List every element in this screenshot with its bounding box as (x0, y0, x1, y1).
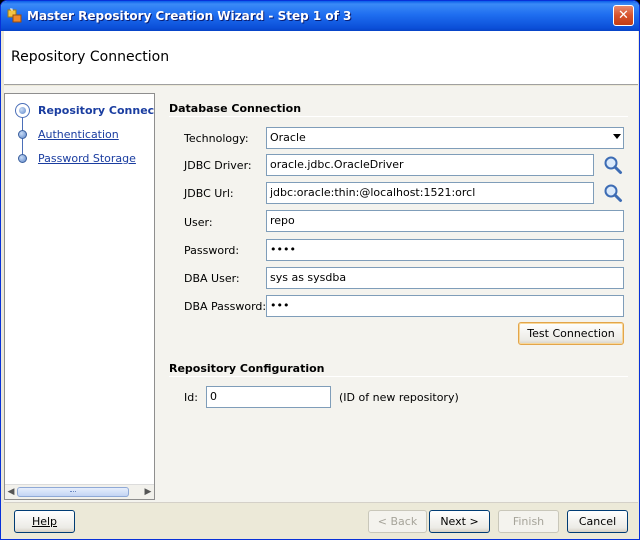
title-bar[interactable]: Master Repository Creation Wizard - Step… (1, 1, 639, 31)
test-connection-button[interactable]: Test Connection (518, 322, 624, 345)
nav-step-repository-connection[interactable]: Repository Connection (5, 101, 155, 121)
technology-select[interactable]: Oracle (266, 127, 624, 149)
back-button[interactable]: < Back (368, 510, 427, 533)
technology-value: Oracle (270, 131, 306, 144)
jdbc-driver-input[interactable]: oracle.jdbc.OracleDriver (266, 154, 594, 176)
next-button[interactable]: Next > (429, 510, 490, 533)
chevron-down-icon[interactable] (613, 134, 621, 139)
scroll-left-icon[interactable]: ◀ (5, 485, 17, 499)
jdbc-driver-label: JDBC Driver: (184, 159, 252, 172)
dba-password-input[interactable]: ••• (266, 295, 624, 317)
id-hint: (ID of new repository) (339, 391, 459, 404)
window-title: Master Repository Creation Wizard - Step… (27, 9, 352, 23)
section-divider (169, 376, 628, 377)
help-button-label: Help (31, 515, 58, 528)
database-connection-heading: Database Connection (169, 102, 302, 115)
dba-password-label: DBA Password: (184, 300, 267, 313)
user-input[interactable]: repo (266, 210, 624, 232)
grip-icon (70, 491, 76, 494)
jdbc-url-search-icon[interactable] (603, 183, 623, 203)
jdbc-driver-search-icon[interactable] (603, 155, 623, 175)
page-title: Repository Connection (11, 49, 170, 65)
nav-horizontal-scrollbar[interactable]: ◀ ▶ (5, 484, 154, 499)
user-label: User: (184, 216, 213, 229)
help-button[interactable]: Help (14, 510, 75, 533)
current-step-icon (15, 103, 30, 118)
step-navigator: Repository Connection Authentication Pas… (4, 93, 155, 500)
dba-user-label: DBA User: (184, 272, 240, 285)
dba-user-input[interactable]: sys as sysdba (266, 267, 624, 289)
scroll-right-icon[interactable]: ▶ (142, 485, 154, 499)
id-input[interactable]: 0 (206, 386, 331, 408)
technology-label: Technology: (184, 132, 249, 145)
jdbc-url-input[interactable]: jdbc:oracle:thin:@localhost:1521:orcl (266, 182, 594, 204)
password-input[interactable]: •••• (266, 239, 624, 261)
close-button[interactable]: ✕ (613, 5, 634, 26)
password-label: Password: (184, 244, 240, 257)
section-divider (169, 116, 628, 117)
id-label: Id: (184, 391, 198, 404)
wizard-app-icon (7, 8, 22, 23)
cancel-button[interactable]: Cancel (567, 510, 628, 533)
nav-step-label[interactable]: Authentication (38, 128, 119, 141)
wizard-header: Repository Connection (4, 31, 638, 85)
jdbc-url-label: JDBC Url: (184, 187, 234, 200)
step-dot-icon (18, 154, 27, 163)
nav-step-password-storage[interactable]: Password Storage (5, 149, 154, 169)
scroll-thumb[interactable] (17, 487, 129, 497)
step-dot-icon (18, 130, 27, 139)
finish-button[interactable]: Finish (498, 510, 559, 533)
nav-step-label[interactable]: Password Storage (38, 152, 136, 165)
close-icon: ✕ (618, 8, 629, 23)
repository-configuration-heading: Repository Configuration (169, 362, 325, 375)
wizard-window: Master Repository Creation Wizard - Step… (0, 0, 640, 540)
nav-step-label: Repository Connection (38, 104, 155, 117)
nav-step-authentication[interactable]: Authentication (5, 125, 154, 145)
